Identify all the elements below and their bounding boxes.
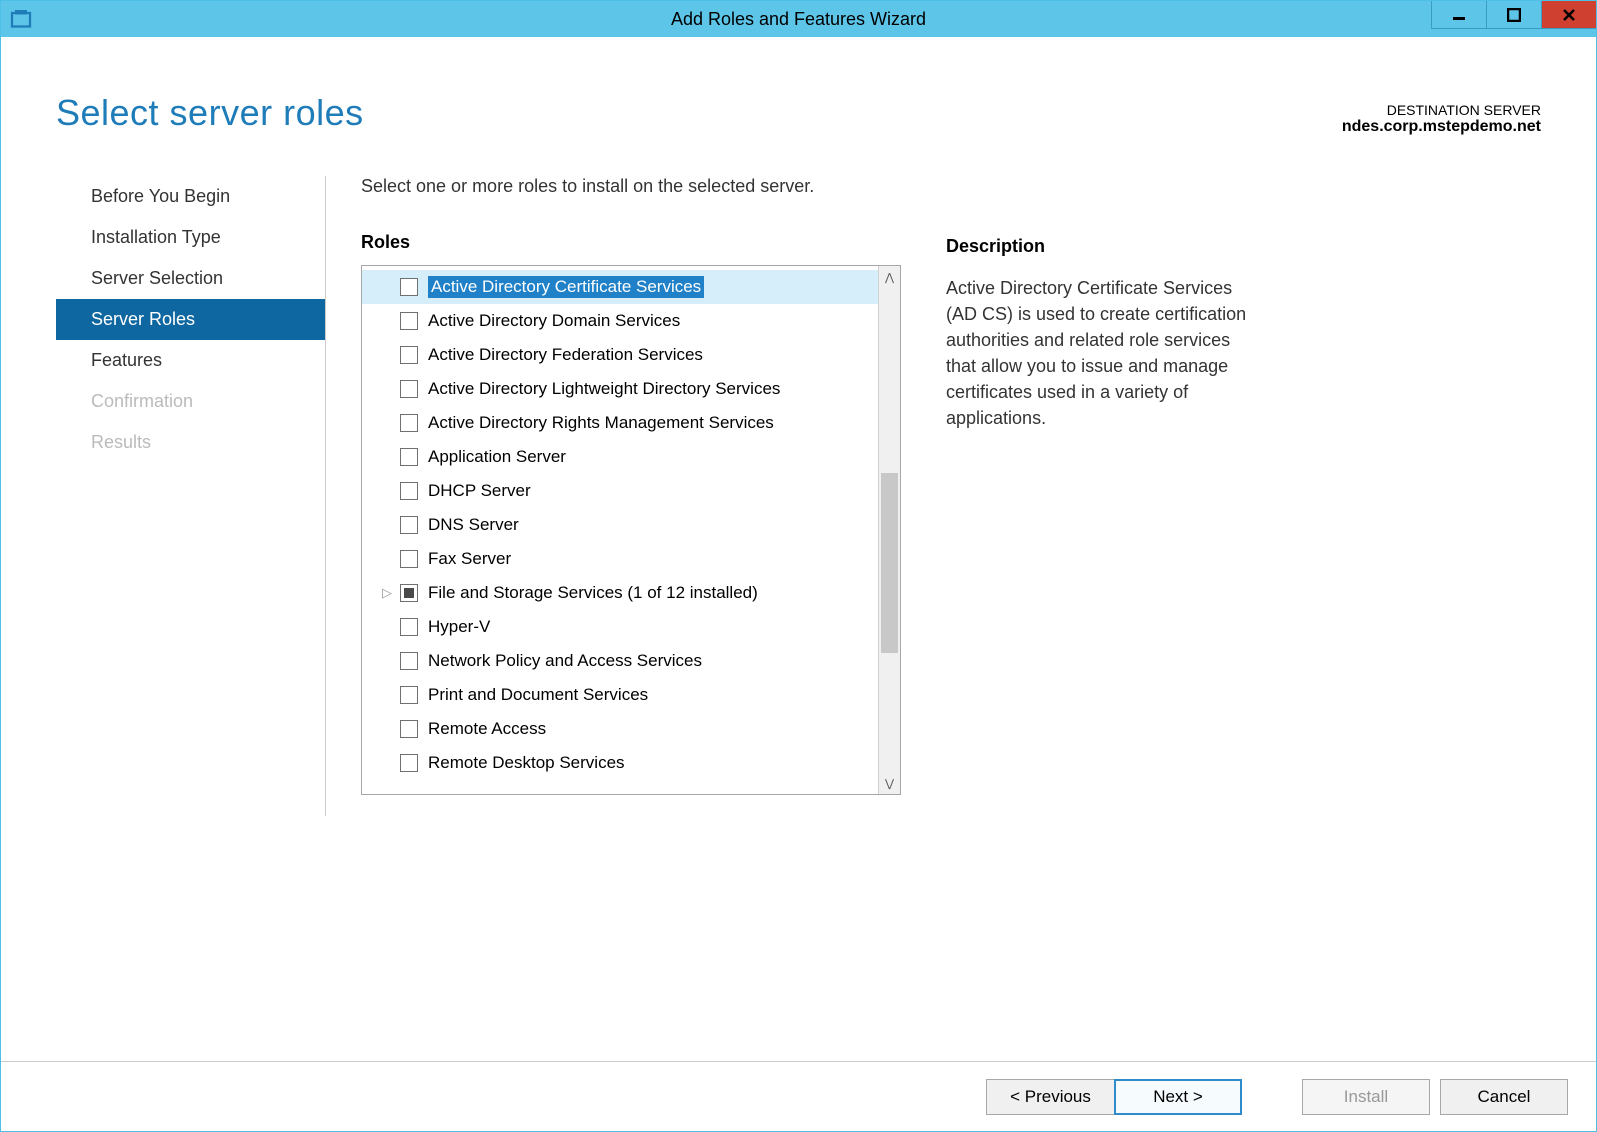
expand-icon[interactable]: ▷ [380, 585, 394, 601]
role-row[interactable]: Active Directory Federation Services [362, 338, 878, 372]
nav-item-installation-type[interactable]: Installation Type [56, 217, 325, 258]
instruction-text: Select one or more roles to install on t… [361, 176, 901, 197]
window-title: Add Roles and Features Wizard [671, 9, 926, 30]
scroll-track[interactable] [879, 288, 900, 772]
roles-listbox[interactable]: Active Directory Certificate Services Act… [361, 265, 901, 795]
nav-item-server-selection[interactable]: Server Selection [56, 258, 325, 299]
role-checkbox[interactable] [400, 312, 418, 330]
role-checkbox[interactable] [400, 278, 418, 296]
role-label: DHCP Server [428, 481, 531, 501]
role-checkbox[interactable] [400, 482, 418, 500]
role-checkbox[interactable] [400, 448, 418, 466]
role-label: Hyper-V [428, 617, 490, 637]
role-label: Active Directory Domain Services [428, 311, 680, 331]
role-label: Fax Server [428, 549, 511, 569]
role-label: File and Storage Services (1 of 12 insta… [428, 583, 758, 603]
role-row[interactable]: Active Directory Rights Management Servi… [362, 406, 878, 440]
role-label: Active Directory Federation Services [428, 345, 703, 365]
nav-item-results: Results [56, 422, 325, 463]
close-button[interactable] [1541, 1, 1596, 29]
center-panel: Select one or more roles to install on t… [326, 176, 936, 816]
scroll-thumb[interactable] [881, 473, 898, 653]
next-button[interactable]: Next > [1114, 1079, 1242, 1115]
role-label: Network Policy and Access Services [428, 651, 702, 671]
nav-item-server-roles[interactable]: Server Roles [56, 299, 325, 340]
scroll-up-button[interactable]: ⋀ [879, 266, 900, 288]
role-row[interactable]: DHCP Server [362, 474, 878, 508]
role-checkbox[interactable] [400, 380, 418, 398]
role-row[interactable]: Remote Desktop Services [362, 746, 878, 780]
destination-value: ndes.corp.mstepdemo.net [1342, 118, 1541, 136]
role-checkbox[interactable] [400, 414, 418, 432]
description-heading: Description [946, 236, 1251, 257]
role-checkbox[interactable] [400, 516, 418, 534]
role-label: Active Directory Lightweight Directory S… [428, 379, 780, 399]
role-checkbox[interactable] [400, 754, 418, 772]
role-label: DNS Server [428, 515, 519, 535]
role-checkbox[interactable] [400, 618, 418, 636]
scroll-down-button[interactable]: ⋁ [879, 772, 900, 794]
role-row[interactable]: Network Policy and Access Services [362, 644, 878, 678]
role-label: Remote Access [428, 719, 546, 739]
content-area: Select server roles DESTINATION SERVER n… [1, 37, 1596, 1131]
nav-item-confirmation: Confirmation [56, 381, 325, 422]
description-text: Active Directory Certificate Services (A… [946, 275, 1251, 432]
role-label: Remote Desktop Services [428, 753, 625, 773]
install-button: Install [1302, 1079, 1430, 1115]
header: Select server roles DESTINATION SERVER n… [1, 37, 1596, 136]
page-title: Select server roles [56, 92, 364, 134]
destination-label: DESTINATION SERVER [1342, 102, 1541, 118]
maximize-button[interactable] [1486, 1, 1541, 29]
roles-heading: Roles [361, 232, 901, 253]
role-row[interactable]: Application Server [362, 440, 878, 474]
role-row[interactable]: ▷ File and Storage Services (1 of 12 inst… [362, 576, 878, 610]
nav-item-before-you-begin[interactable]: Before You Begin [56, 176, 325, 217]
sidebar: Before You BeginInstallation TypeServer … [1, 176, 326, 816]
wizard-window: Add Roles and Features Wizard Select ser… [0, 0, 1597, 1132]
cancel-button[interactable]: Cancel [1440, 1079, 1568, 1115]
role-label: Active Directory Rights Management Servi… [428, 413, 774, 433]
previous-button[interactable]: < Previous [986, 1079, 1114, 1115]
scrollbar[interactable]: ⋀ ⋁ [878, 266, 900, 794]
titlebar[interactable]: Add Roles and Features Wizard [1, 1, 1596, 37]
role-checkbox[interactable] [400, 584, 418, 602]
role-row[interactable]: DNS Server [362, 508, 878, 542]
role-row[interactable]: Fax Server [362, 542, 878, 576]
button-bar: < Previous Next > Install Cancel [1, 1061, 1596, 1131]
role-label: Print and Document Services [428, 685, 648, 705]
role-row[interactable]: Active Directory Certificate Services [362, 270, 878, 304]
role-row[interactable]: Active Directory Domain Services [362, 304, 878, 338]
role-checkbox[interactable] [400, 550, 418, 568]
main-region: Before You BeginInstallation TypeServer … [1, 176, 1596, 816]
roles-items: Active Directory Certificate Services Act… [362, 266, 878, 794]
nav-item-features[interactable]: Features [56, 340, 325, 381]
role-row[interactable]: Remote Access [362, 712, 878, 746]
role-checkbox[interactable] [400, 652, 418, 670]
app-icon [9, 7, 33, 31]
role-checkbox[interactable] [400, 720, 418, 738]
role-label: Active Directory Certificate Services [428, 276, 704, 298]
role-row[interactable]: Print and Document Services [362, 678, 878, 712]
role-row[interactable]: Active Directory Lightweight Directory S… [362, 372, 878, 406]
window-controls [1431, 1, 1596, 29]
minimize-button[interactable] [1431, 1, 1486, 29]
role-checkbox[interactable] [400, 686, 418, 704]
destination-server: DESTINATION SERVER ndes.corp.mstepdemo.n… [1342, 102, 1541, 136]
description-panel: Description Active Directory Certificate… [936, 176, 1296, 816]
role-row[interactable]: Hyper-V [362, 610, 878, 644]
role-checkbox[interactable] [400, 346, 418, 364]
role-label: Application Server [428, 447, 566, 467]
